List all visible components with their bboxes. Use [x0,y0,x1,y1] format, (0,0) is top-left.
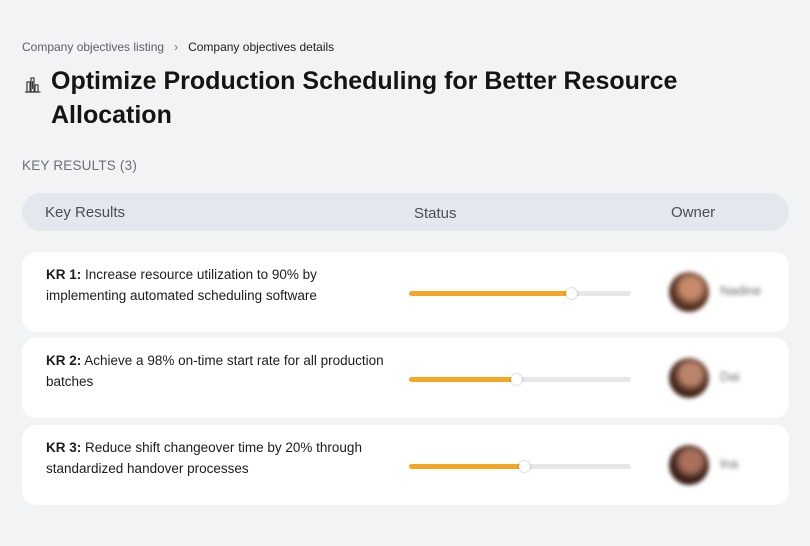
key-result-id: KR 3: [46,440,82,455]
key-result-description: KR 1: Increase resource utilization to 9… [46,265,396,306]
status-progress-bar [409,374,631,385]
status-progress-bar [409,461,631,472]
chevron-right-icon: › [174,40,179,54]
status-progress-knob [510,374,522,385]
status-progress-fill [409,464,525,469]
breadcrumb: Company objectives listing › Company obj… [22,40,334,54]
key-result-id: KR 2: [46,353,82,368]
key-result-text: Increase resource utilization to 90% by … [46,267,317,303]
column-header-owner: Owner [671,204,716,221]
key-results-count-label: KEY RESULTS (3) [22,158,138,173]
building-chart-icon [25,77,41,93]
key-result-text: Achieve a 98% on-time start rate for all… [46,353,384,389]
status-progress-bar [409,288,631,299]
owner-avatar [669,272,709,312]
key-result-row[interactable]: KR 3: Reduce shift changeover time by 20… [22,425,789,505]
key-result-text: Reduce shift changeover time by 20% thro… [46,440,362,476]
page-title: Optimize Production Scheduling for Bette… [51,67,678,129]
column-header-key-results: Key Results [45,204,126,221]
column-header-status: Status [414,205,457,222]
key-result-description: KR 3: Reduce shift changeover time by 20… [46,438,396,479]
owner-name: Nadine [720,283,762,298]
status-progress-knob [519,461,531,472]
key-result-row[interactable]: KR 1: Increase resource utilization to 9… [22,252,789,332]
owner-name: Dai [720,369,740,384]
breadcrumb-objectives-listing-link[interactable]: Company objectives listing [22,40,164,54]
status-progress-knob [566,288,578,299]
status-progress-fill [409,291,572,296]
objective-details-page: Company objectives listing › Company obj… [0,0,810,546]
owner-name: Ina [720,456,739,471]
key-result-description: KR 2: Achieve a 98% on-time start rate f… [46,351,396,392]
key-result-id: KR 1: [46,267,82,282]
status-progress-fill [409,377,516,382]
key-result-row[interactable]: KR 2: Achieve a 98% on-time start rate f… [22,338,789,418]
owner-avatar [669,445,709,485]
owner-avatar [669,358,709,398]
key-results-table-header: Key Results Status Owner [22,193,789,231]
breadcrumb-current: Company objectives details [188,40,335,54]
